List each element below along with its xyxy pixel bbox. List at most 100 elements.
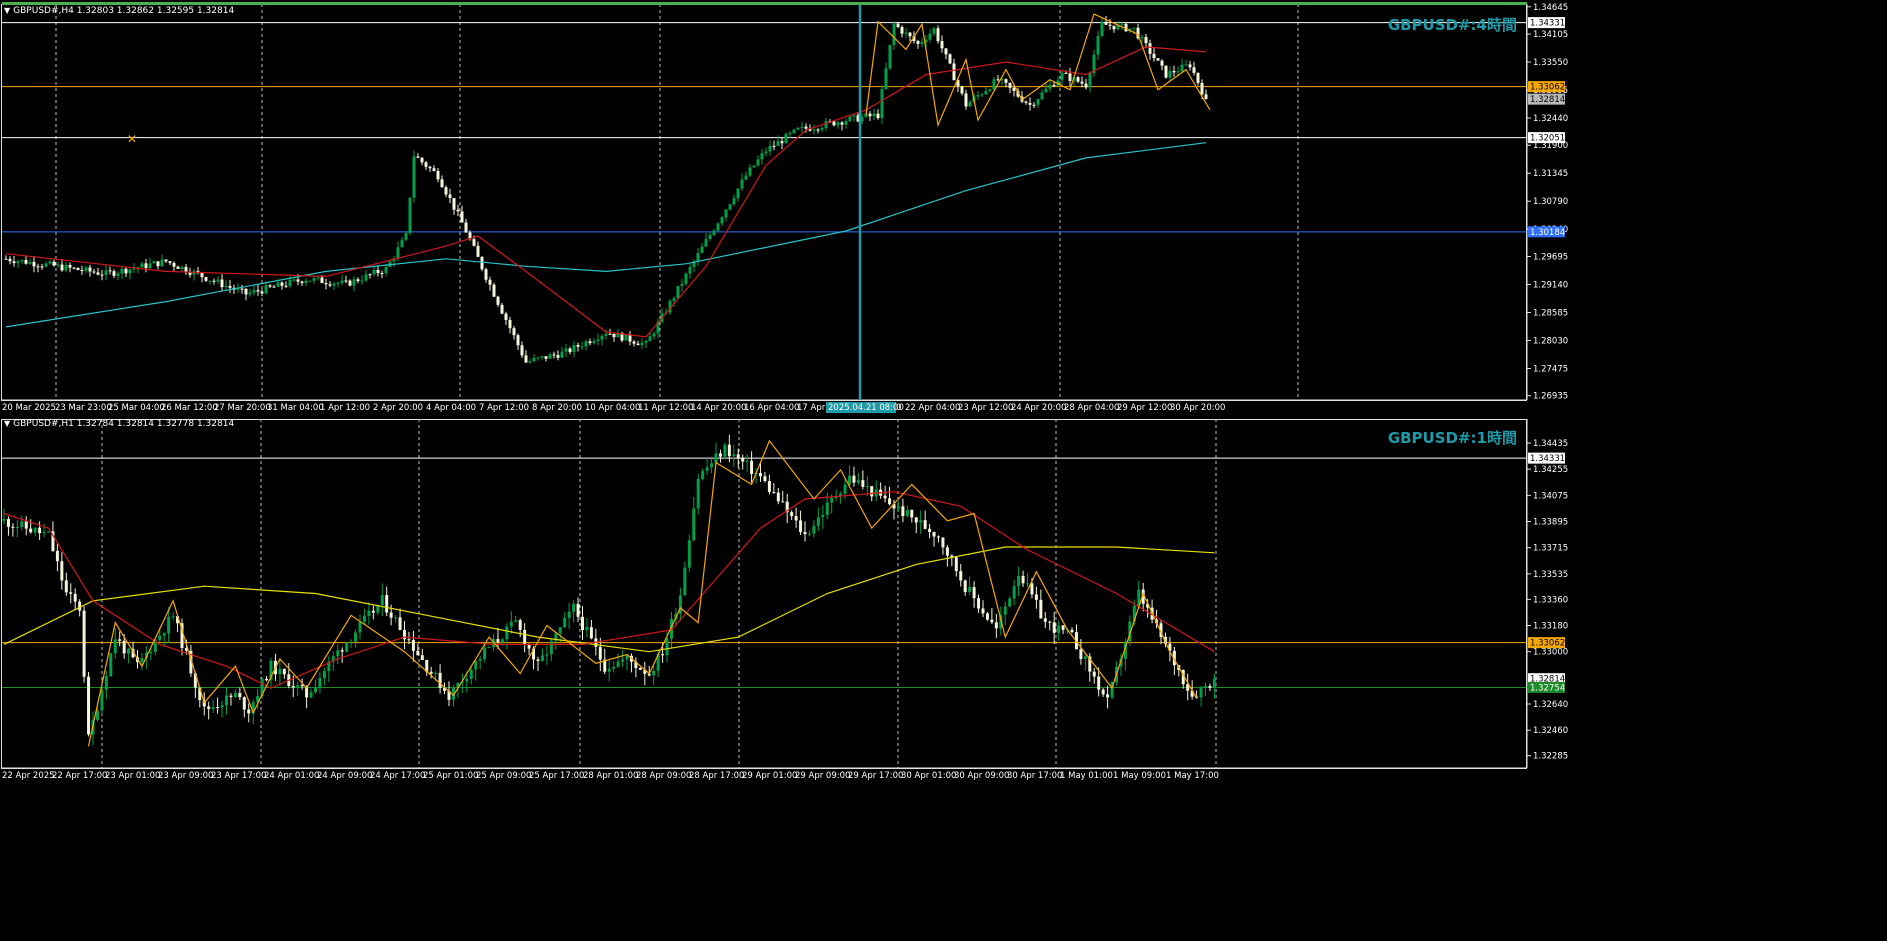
candle-body bbox=[216, 707, 220, 709]
candle-body bbox=[994, 622, 998, 629]
crosshair-icon: ✕ bbox=[127, 132, 137, 146]
candle-body bbox=[1132, 27, 1136, 29]
candle-body bbox=[616, 661, 620, 667]
time-label: 28 Apr 09:00 bbox=[636, 771, 691, 781]
candle-body bbox=[28, 261, 32, 264]
candle-body bbox=[505, 626, 509, 640]
candle-body bbox=[140, 658, 144, 663]
candle-body bbox=[944, 48, 948, 55]
candle-body bbox=[652, 333, 656, 337]
candle-body bbox=[316, 277, 320, 279]
candle-body bbox=[113, 639, 117, 654]
h4-chart-pane[interactable]: 1.346451.341051.335501.329951.324401.319… bbox=[0, 0, 1887, 415]
candle-body bbox=[1036, 99, 1040, 105]
candle-body bbox=[790, 512, 794, 517]
candle-body bbox=[876, 113, 880, 119]
slow-moving-average-line bbox=[5, 142, 1207, 328]
collapse-icon[interactable]: ▼ bbox=[4, 419, 10, 428]
candle-body bbox=[354, 632, 358, 642]
candle-body bbox=[1180, 64, 1184, 72]
candle-body bbox=[718, 453, 722, 457]
candle-body bbox=[1200, 82, 1204, 95]
candle-body bbox=[24, 259, 28, 264]
candle-body bbox=[420, 655, 424, 660]
candle-body bbox=[919, 520, 923, 523]
candle-body bbox=[1070, 629, 1074, 633]
candle-body bbox=[483, 647, 487, 659]
candle-body bbox=[740, 179, 744, 189]
candle-body bbox=[1080, 81, 1084, 84]
candle-body bbox=[55, 550, 59, 562]
h4-header-text: GBPUSD#,H4 1.32803 1.32862 1.32595 1.328… bbox=[13, 6, 235, 16]
candle-body bbox=[964, 93, 968, 107]
time-label: 8 Apr 20:00 bbox=[532, 403, 582, 413]
candle-body bbox=[448, 194, 452, 199]
price-tick-label: 1.28030 bbox=[1533, 336, 1568, 346]
candle-body bbox=[240, 288, 244, 290]
candle-body bbox=[552, 354, 556, 356]
candle-body bbox=[843, 484, 847, 494]
h1-chart-pane[interactable]: 1.34435 1.34255 1.34075 1.33895 1.33715 1.335… bbox=[0, 417, 1887, 941]
candle-body bbox=[589, 627, 593, 639]
candle-body bbox=[1188, 64, 1192, 68]
candle-body bbox=[652, 670, 656, 676]
candle-body bbox=[572, 344, 576, 353]
h4-chart[interactable]: 1.346451.341051.335501.329951.324401.319… bbox=[0, 0, 1887, 415]
candle-body bbox=[1012, 87, 1016, 91]
candle-body bbox=[1144, 36, 1148, 44]
candle-body bbox=[576, 603, 580, 617]
fast-moving-average-line bbox=[5, 46, 1207, 338]
time-label: 0 bbox=[896, 403, 901, 413]
candle-body bbox=[661, 654, 665, 656]
candle-body bbox=[580, 346, 584, 348]
candle-body bbox=[568, 348, 572, 353]
candle-body bbox=[812, 525, 816, 534]
candle-body bbox=[585, 627, 589, 631]
candle-body bbox=[328, 284, 332, 286]
candle-body bbox=[856, 480, 860, 483]
candle-body bbox=[832, 121, 836, 126]
candle-body bbox=[1088, 73, 1092, 88]
candle-body bbox=[398, 617, 402, 631]
candle-body bbox=[324, 283, 328, 285]
h1-chart[interactable]: 1.34435 1.34255 1.34075 1.33895 1.33715 1.335… bbox=[0, 417, 1887, 941]
candle-body bbox=[840, 122, 844, 125]
time-label: 30 Apr 20:00 bbox=[1170, 403, 1225, 413]
candle-body bbox=[78, 601, 82, 611]
candle-body bbox=[276, 282, 280, 287]
candle-body bbox=[362, 616, 366, 622]
candle-body bbox=[272, 286, 276, 288]
candle-body bbox=[680, 283, 684, 286]
candle-body bbox=[380, 273, 384, 275]
slow-moving-average-line bbox=[3, 546, 1215, 653]
candle-body bbox=[212, 280, 216, 282]
candle-body bbox=[741, 457, 745, 462]
candle-body bbox=[756, 159, 760, 166]
candle-body bbox=[710, 463, 714, 468]
candle-body bbox=[484, 269, 488, 280]
candle-body bbox=[624, 334, 628, 341]
candle-body bbox=[456, 209, 460, 212]
price-tick-label: 1.33180 bbox=[1533, 621, 1568, 631]
candle-body bbox=[496, 296, 500, 305]
candle-body bbox=[304, 280, 308, 284]
candle-body bbox=[1148, 43, 1152, 54]
candle-body bbox=[385, 595, 389, 613]
candle-body bbox=[320, 277, 324, 284]
candle-body bbox=[870, 486, 874, 497]
candle-body bbox=[1048, 85, 1052, 89]
candle-body bbox=[440, 179, 444, 188]
candle-body bbox=[265, 678, 269, 681]
price-tag-label: 1.33062 bbox=[1530, 83, 1565, 93]
price-tick-label: 1.34435 bbox=[1533, 439, 1568, 449]
candle-body bbox=[581, 616, 584, 631]
candle-body bbox=[278, 668, 282, 675]
candle-body bbox=[476, 245, 480, 257]
candle-body bbox=[952, 63, 956, 81]
collapse-icon[interactable]: ▼ bbox=[4, 6, 10, 15]
candle-body bbox=[764, 151, 768, 154]
candle-body bbox=[204, 277, 208, 281]
candle-body bbox=[745, 460, 749, 462]
candle-body bbox=[572, 603, 576, 612]
price-tick-label: 1.32440 bbox=[1533, 114, 1568, 124]
